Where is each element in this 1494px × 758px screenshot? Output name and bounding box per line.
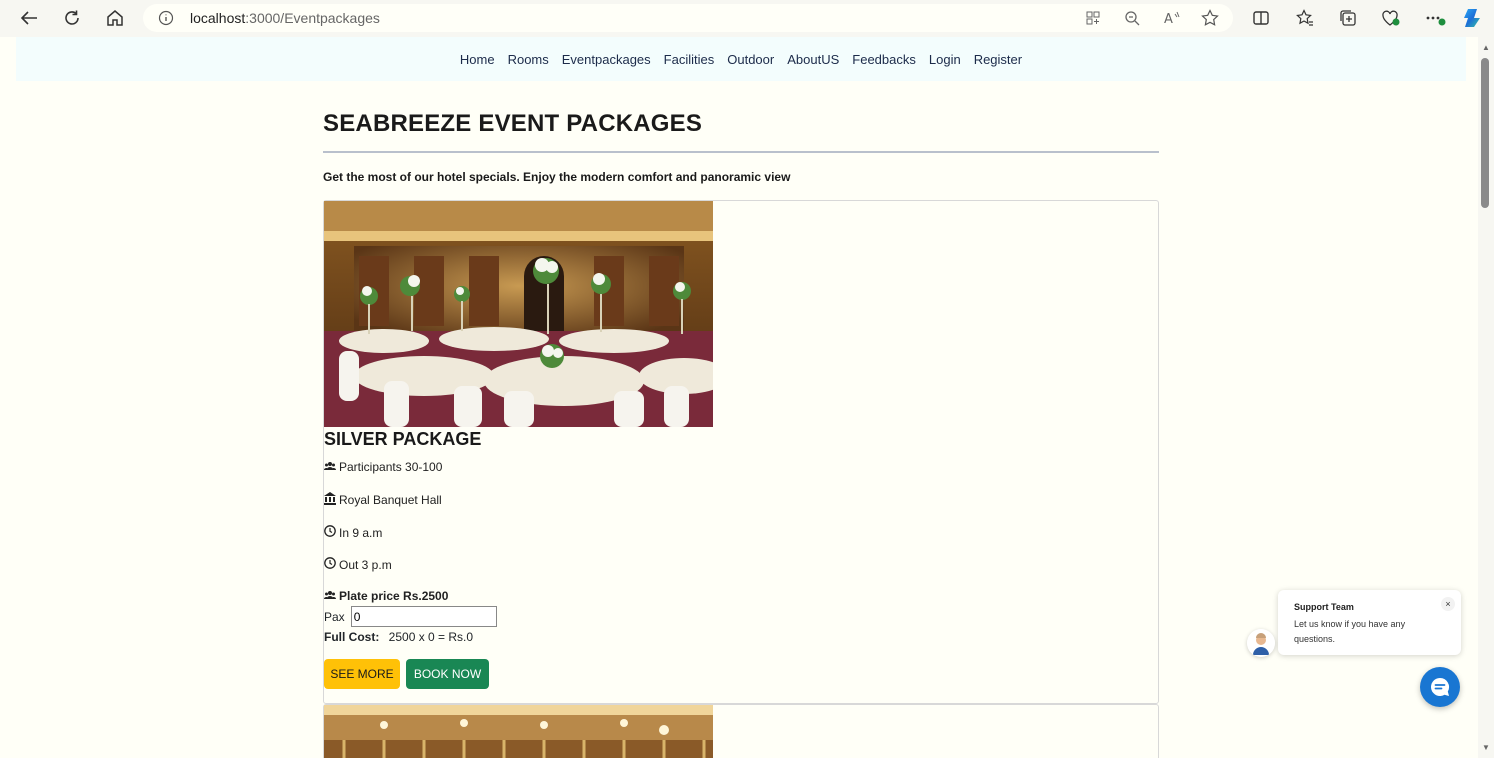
time-out-text: Out 3 p.m	[339, 557, 392, 572]
package-title: SILVER PACKAGE	[324, 429, 482, 449]
collections-icon[interactable]	[1333, 4, 1363, 32]
time-in-text: In 9 a.m	[339, 525, 383, 540]
scrollbar-thumb[interactable]	[1481, 58, 1489, 208]
app-available-icon[interactable]	[1082, 8, 1104, 28]
full-cost-value: 2500 x 0 = Rs.0	[388, 630, 474, 644]
package-card-next	[323, 704, 1159, 758]
plate-price-text: Plate price Rs.2500	[339, 589, 449, 603]
home-icon[interactable]	[100, 4, 130, 32]
close-icon[interactable]: ×	[1441, 597, 1455, 611]
split-screen-icon[interactable]	[1246, 4, 1276, 32]
chat-bubble-icon	[1431, 678, 1450, 696]
url-host: localhost	[190, 10, 246, 26]
nav-register[interactable]: Register	[974, 52, 1022, 67]
participants-text: Participants 30-100	[339, 460, 443, 474]
browser-essentials-icon[interactable]	[1376, 4, 1406, 32]
participants-row: Participants 30-100	[323, 460, 443, 474]
copilot-icon[interactable]	[1459, 4, 1489, 32]
nav-home[interactable]: Home	[460, 52, 495, 67]
full-cost-row: Full Cost: 2500 x 0 = Rs.0	[324, 630, 473, 644]
top-navbar: Home Rooms Eventpackages Facilities Outd…	[16, 37, 1466, 81]
scroll-up-arrow-icon[interactable]: ▲	[1479, 42, 1493, 52]
nav-outdoor[interactable]: Outdoor	[727, 52, 774, 67]
time-out-row: Out 3 p.m	[324, 557, 392, 572]
back-arrow-icon[interactable]	[14, 4, 44, 32]
bank-building-icon	[324, 492, 336, 508]
book-now-button[interactable]: BOOK NOW	[406, 659, 489, 689]
nav-aboutus[interactable]: AboutUS	[787, 52, 839, 67]
hall-row: Royal Banquet Hall	[324, 492, 442, 508]
nav-rooms[interactable]: Rooms	[508, 52, 549, 67]
address-bar[interactable]: localhost:3000/Eventpackages A	[143, 4, 1233, 32]
url-path: :3000/Eventpackages	[245, 10, 380, 26]
page-subtitle: Get the most of our hotel specials. Enjo…	[323, 170, 791, 184]
favorite-star-icon[interactable]	[1199, 8, 1221, 28]
full-cost-label: Full Cost:	[324, 630, 380, 644]
see-more-button[interactable]: SEE MORE	[324, 659, 400, 689]
users-icon	[323, 460, 337, 474]
users-icon	[323, 589, 337, 603]
ballroom-image	[324, 705, 713, 758]
pax-row: Pax	[324, 606, 497, 627]
svg-text:A: A	[1164, 12, 1173, 26]
page-title: SEABREEZE EVENT PACKAGES	[323, 110, 703, 137]
chat-message: Let us know if you have any questions.	[1294, 619, 1406, 644]
support-avatar	[1247, 629, 1275, 657]
chat-launcher-button[interactable]	[1420, 667, 1460, 707]
nav-login[interactable]: Login	[929, 52, 961, 67]
favorites-icon[interactable]	[1290, 4, 1320, 32]
banquet-hall-image	[324, 201, 713, 427]
hall-text: Royal Banquet Hall	[339, 493, 442, 507]
package-card-silver: SILVER PACKAGE Participants 30-100 Royal…	[323, 200, 1159, 704]
scroll-down-arrow-icon[interactable]: ▼	[1479, 742, 1493, 752]
nav-feedbacks[interactable]: Feedbacks	[852, 52, 916, 67]
clock-icon	[324, 525, 336, 540]
pax-input[interactable]	[350, 606, 497, 627]
time-in-row: In 9 a.m	[324, 525, 382, 540]
pax-label: Pax	[324, 609, 345, 624]
title-divider	[323, 151, 1159, 153]
zoom-icon[interactable]	[1121, 8, 1143, 28]
plate-price-row: Plate price Rs.2500	[323, 589, 449, 603]
browser-toolbar: localhost:3000/Eventpackages A	[0, 0, 1494, 37]
more-options-icon[interactable]	[1420, 4, 1450, 32]
reload-icon[interactable]	[57, 4, 87, 32]
chat-team-name: Support Team	[1294, 602, 1354, 612]
read-aloud-icon[interactable]: A	[1161, 8, 1183, 28]
clock-icon	[324, 557, 336, 572]
nav-eventpackages[interactable]: Eventpackages	[562, 52, 651, 67]
url-text: localhost:3000/Eventpackages	[190, 10, 380, 26]
site-info-icon[interactable]	[158, 10, 174, 31]
nav-facilities[interactable]: Facilities	[664, 52, 715, 67]
support-chat-popup[interactable]: Support Team Let us know if you have any…	[1278, 590, 1461, 655]
